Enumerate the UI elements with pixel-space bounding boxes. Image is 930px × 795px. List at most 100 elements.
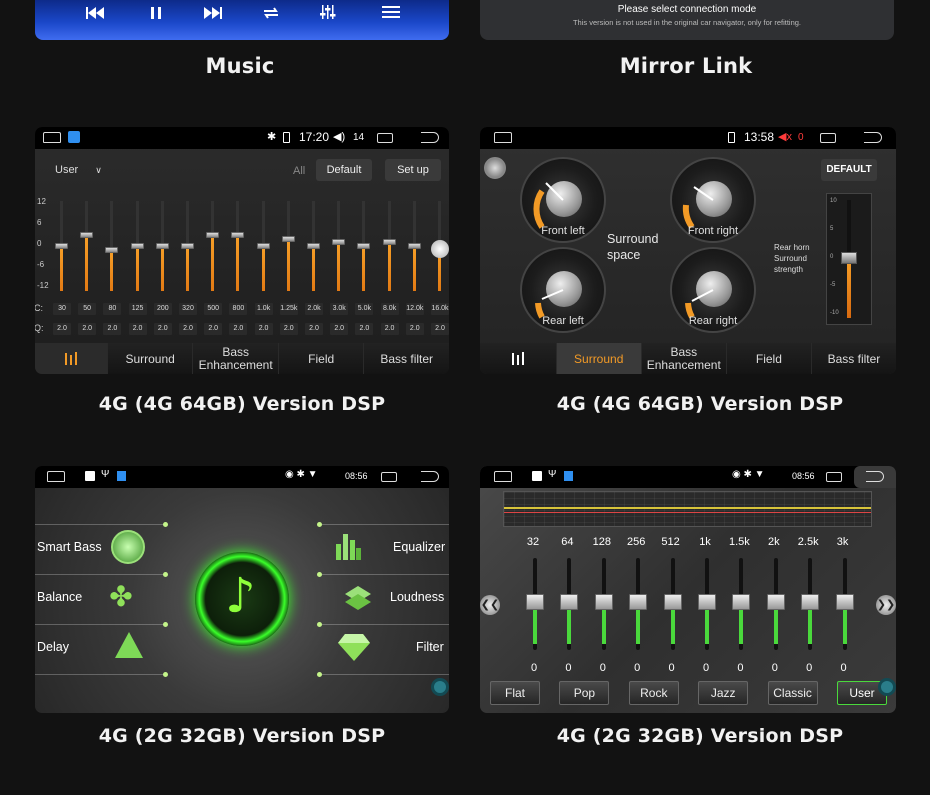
all-label[interactable]: All xyxy=(293,165,305,177)
volume-slider-knob[interactable] xyxy=(431,240,449,258)
eq-band-knob[interactable] xyxy=(55,243,68,249)
home-icon[interactable] xyxy=(494,471,512,482)
eq-band-knob[interactable] xyxy=(594,594,613,610)
recent-apps-icon[interactable] xyxy=(826,472,842,482)
eq-band-frequency[interactable]: 5.0k xyxy=(355,303,374,315)
eq-band-q[interactable]: 2.0 xyxy=(229,323,248,335)
scroll-right-button[interactable]: ❯❯ xyxy=(876,595,896,615)
eq-band-frequency[interactable]: 200 xyxy=(153,303,172,315)
eq-band-slider[interactable] xyxy=(357,201,371,291)
eq-band-slider[interactable] xyxy=(766,558,785,650)
balance-label[interactable]: Balance xyxy=(37,590,82,604)
eq-band-frequency[interactable]: 1.25k xyxy=(279,303,298,315)
recent-apps-icon[interactable] xyxy=(381,472,397,482)
balance-icon[interactable]: ✤ xyxy=(105,582,137,614)
tab-bass-filter[interactable]: Bass filter xyxy=(364,343,449,374)
eq-band-frequency[interactable]: 30 xyxy=(53,303,71,315)
eq-band-q[interactable]: 2.0 xyxy=(153,323,172,335)
tab-field[interactable]: Field xyxy=(727,343,812,374)
home-icon[interactable] xyxy=(494,132,512,143)
app-icon[interactable] xyxy=(68,131,80,143)
recent-apps-icon[interactable] xyxy=(820,133,836,143)
eq-band-frequency[interactable]: 500 xyxy=(204,303,223,315)
eq-band-slider[interactable] xyxy=(629,558,648,650)
eq-band-slider[interactable] xyxy=(663,558,682,650)
reset-knob-icon[interactable] xyxy=(484,157,506,179)
eq-band-slider[interactable] xyxy=(801,558,820,650)
eq-band-knob[interactable] xyxy=(181,243,194,249)
eq-band-slider[interactable] xyxy=(835,558,854,650)
eq-band-q[interactable]: 2.0 xyxy=(380,323,399,335)
assistive-touch-button[interactable] xyxy=(431,678,449,696)
eq-band-knob[interactable] xyxy=(629,594,648,610)
preset-dropdown[interactable]: User ∨ xyxy=(55,164,102,176)
tab-equalizer[interactable] xyxy=(480,343,557,374)
pause-icon[interactable] xyxy=(149,6,163,20)
eq-band-knob[interactable] xyxy=(835,594,854,610)
eq-band-knob[interactable] xyxy=(766,594,785,610)
home-icon[interactable] xyxy=(47,471,65,482)
smart-bass-icon[interactable] xyxy=(111,530,145,564)
eq-band-knob[interactable] xyxy=(801,594,820,610)
eq-band-q[interactable]: 2.0 xyxy=(128,323,147,335)
delay-icon[interactable] xyxy=(115,632,143,658)
loudness-icon[interactable] xyxy=(343,584,373,614)
delay-label[interactable]: Delay xyxy=(37,640,69,654)
eq-band-q[interactable]: 2.0 xyxy=(78,323,97,335)
tab-bass-enhancement[interactable]: Bass Enhancement xyxy=(193,343,279,374)
eq-band-knob[interactable] xyxy=(105,246,119,253)
loudness-label[interactable]: Loudness xyxy=(390,590,444,604)
back-icon[interactable] xyxy=(421,471,439,482)
filter-icon[interactable] xyxy=(337,632,371,662)
eq-band-slider[interactable] xyxy=(105,201,119,291)
eq-band-frequency[interactable]: 125 xyxy=(128,303,147,315)
eq-band-slider[interactable] xyxy=(181,201,194,291)
eq-band-knob[interactable] xyxy=(526,594,544,610)
eq-band-knob[interactable] xyxy=(155,243,169,249)
eq-band-frequency[interactable]: 2.0k xyxy=(305,303,323,315)
eq-band-slider[interactable] xyxy=(407,201,421,291)
preset-button[interactable]: Pop xyxy=(559,681,610,705)
eq-band-q[interactable]: 2.0 xyxy=(254,323,273,335)
preset-button[interactable]: Rock xyxy=(628,681,679,705)
eq-band-slider[interactable] xyxy=(526,558,544,650)
strength-slider-knob[interactable] xyxy=(841,252,857,264)
default-button[interactable]: DEFAULT xyxy=(821,159,877,181)
recent-apps-icon[interactable] xyxy=(377,133,393,143)
back-button[interactable] xyxy=(854,466,896,488)
eq-band-knob[interactable] xyxy=(407,243,421,249)
back-icon[interactable] xyxy=(421,132,439,143)
eq-band-q[interactable]: 2.0 xyxy=(405,323,424,335)
eq-band-slider[interactable] xyxy=(560,558,579,650)
eq-band-knob[interactable] xyxy=(560,594,579,610)
filter-label[interactable]: Filter xyxy=(416,640,444,654)
eq-band-slider[interactable] xyxy=(332,201,346,291)
eq-band-frequency[interactable]: 800 xyxy=(229,303,248,315)
equalizer-icon[interactable] xyxy=(320,4,336,20)
eq-band-slider[interactable] xyxy=(256,201,270,291)
assistive-touch-button[interactable] xyxy=(878,678,896,696)
eq-band-slider[interactable] xyxy=(594,558,613,650)
preset-button[interactable]: Flat xyxy=(490,681,540,705)
eq-band-knob[interactable] xyxy=(357,243,371,249)
smart-bass-label[interactable]: Smart Bass xyxy=(37,540,102,554)
eq-band-knob[interactable] xyxy=(307,243,320,249)
scroll-left-button[interactable]: ❮❮ xyxy=(480,595,500,615)
eq-band-frequency[interactable]: 8.0k xyxy=(380,303,399,315)
default-button[interactable]: Default xyxy=(316,159,372,181)
eq-band-slider[interactable] xyxy=(80,201,94,291)
eq-band-frequency[interactable]: 50 xyxy=(78,303,97,315)
prev-track-icon[interactable] xyxy=(85,6,105,20)
eq-band-knob[interactable] xyxy=(281,235,295,242)
eq-band-slider[interactable] xyxy=(732,558,751,650)
eq-band-slider[interactable] xyxy=(281,201,295,291)
eq-band-frequency[interactable]: 320 xyxy=(179,303,197,315)
preset-button[interactable]: Jazz xyxy=(698,681,749,705)
strength-slider[interactable]: 10 5 0 -5 -10 xyxy=(826,193,872,325)
eq-band-knob[interactable] xyxy=(256,243,270,249)
eq-band-q[interactable]: 2.0 xyxy=(204,323,223,335)
eq-band-frequency[interactable]: 16.0k xyxy=(431,303,449,315)
eq-band-q[interactable]: 2.0 xyxy=(431,323,449,335)
tab-surround[interactable]: Surround xyxy=(108,343,194,374)
eq-band-slider[interactable] xyxy=(55,201,68,291)
